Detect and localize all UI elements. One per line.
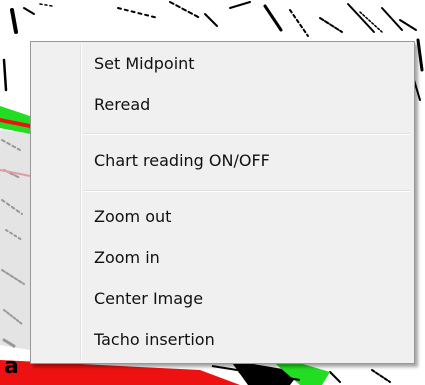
menu-separator [83,133,410,135]
menu-separator [83,190,410,192]
menu-item-reread[interactable]: Reread [33,89,412,121]
context-menu: Set Midpoint Reread Chart reading ON/OFF… [30,41,415,364]
menu-item-set-midpoint[interactable]: Set Midpoint [33,48,412,80]
menu-item-center-image[interactable]: Center Image [33,283,412,315]
menu-item-zoom-out[interactable]: Zoom out [33,201,412,233]
menu-item-zoom-in[interactable]: Zoom in [33,242,412,274]
menu-item-chart-reading-toggle[interactable]: Chart reading ON/OFF [33,145,412,177]
chart-fragment-label: a [4,354,19,379]
menu-item-tacho-insertion[interactable]: Tacho insertion [33,324,412,356]
